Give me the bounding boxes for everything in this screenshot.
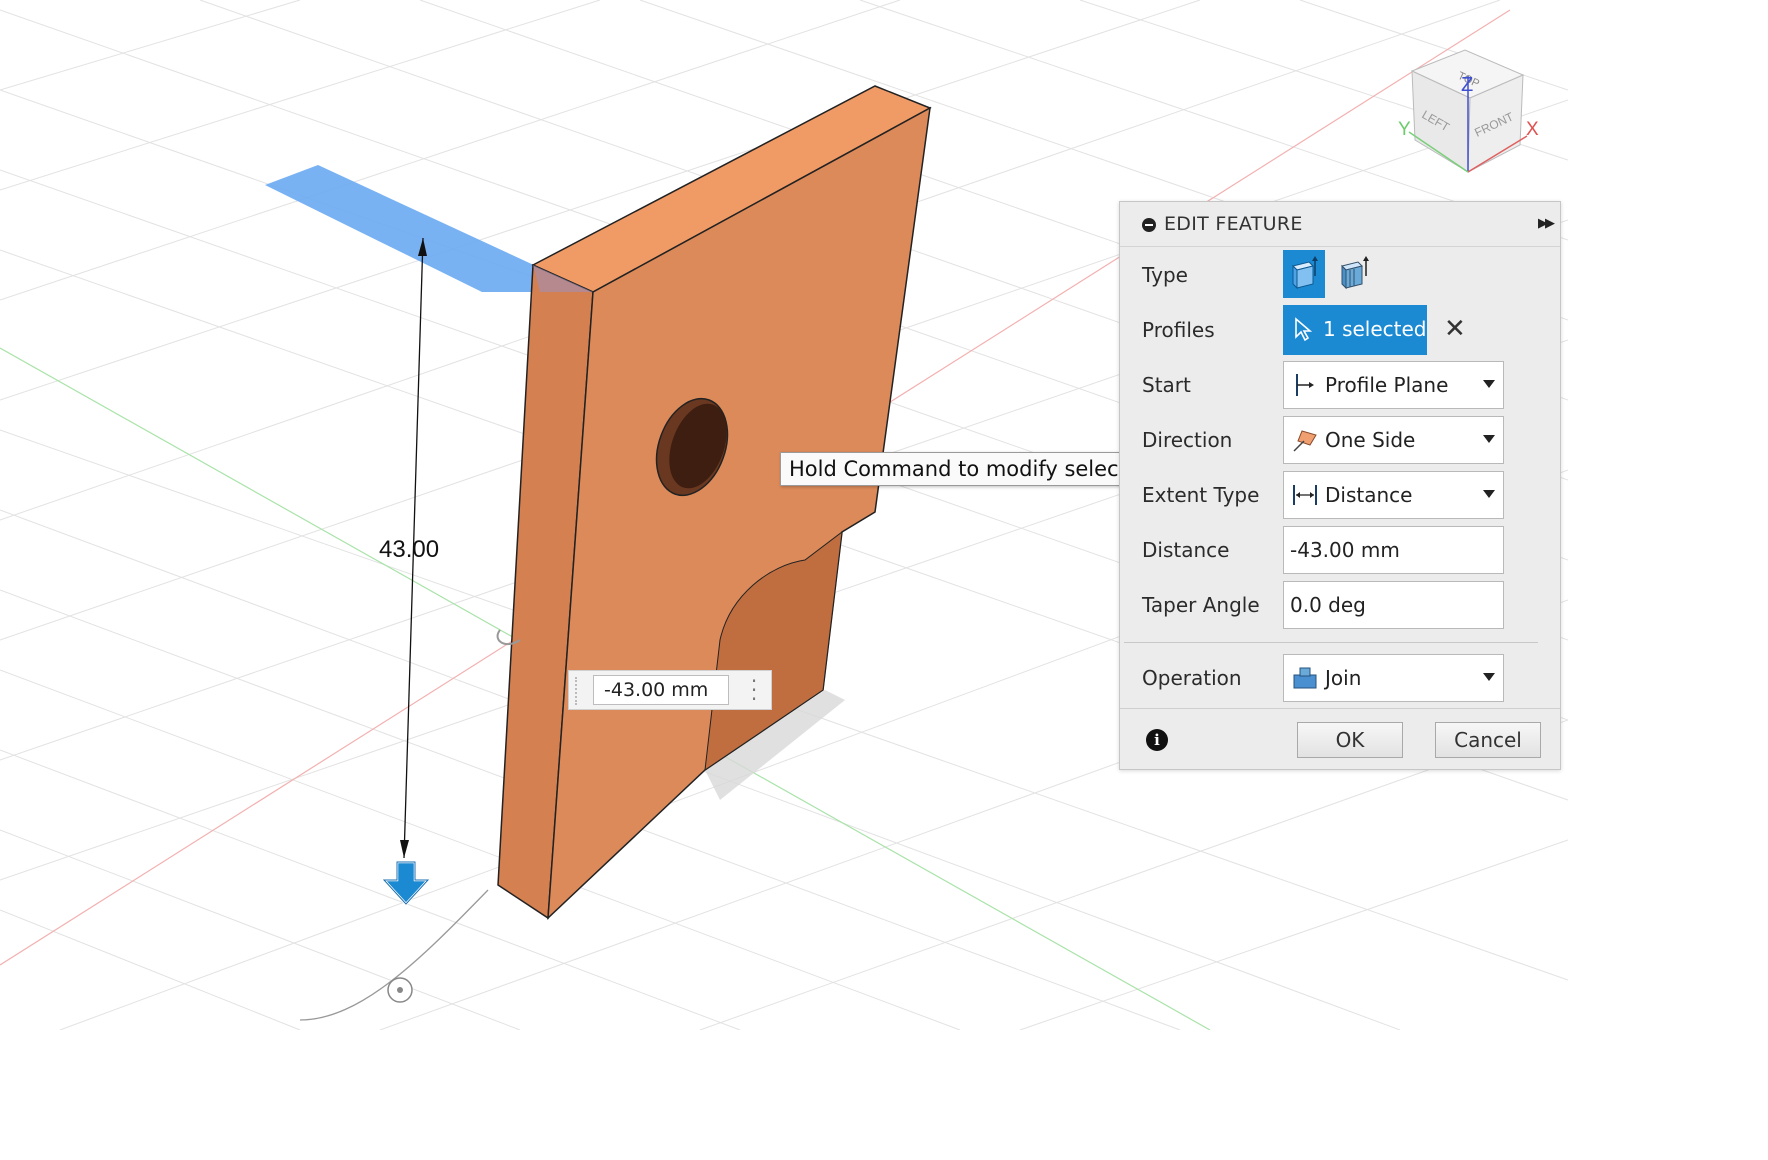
profiles-value: 1 selected [1323,317,1427,341]
info-icon[interactable]: i [1146,729,1168,751]
distance-icon [1293,485,1317,505]
type-solid-button[interactable] [1283,250,1325,298]
cursor-icon [1295,317,1313,342]
chevron-down-icon [1483,380,1495,388]
dimension-arrow-bottom [400,840,409,858]
more-options-icon[interactable]: · · · [749,671,759,709]
dimension-label: 43.00 [379,536,440,563]
chevron-down-icon [1483,490,1495,498]
selection-tooltip: Hold Command to modify selection [780,452,1168,486]
thin-extrude-icon [1341,256,1369,290]
direction-dropdown[interactable]: One Side [1283,416,1504,464]
dimension-input-box: -43.00 mm · · · [568,670,772,710]
type-label: Type [1142,263,1188,287]
grip-icon[interactable] [575,677,583,705]
footer-divider [1120,708,1560,709]
direction-label: Direction [1142,428,1233,452]
extent-type-dropdown[interactable]: Distance [1283,471,1504,519]
one-side-icon [1293,430,1317,452]
join-icon [1293,667,1317,689]
collapse-icon[interactable] [1142,218,1156,232]
dimension-input[interactable]: -43.00 mm [593,675,729,705]
start-value: Profile Plane [1325,373,1449,397]
expand-icon[interactable]: ▶▶ [1538,216,1555,231]
operation-label: Operation [1142,666,1242,690]
chevron-down-icon [1483,435,1495,443]
taper-angle-value: 0.0 deg [1290,593,1366,617]
profile-plane-icon [1296,374,1314,396]
solid-extrude-icon [1292,256,1318,290]
axis-z-label: Z [1461,74,1473,96]
operation-value: Join [1325,666,1362,690]
extent-type-value: Distance [1325,483,1413,507]
profiles-select-button[interactable]: 1 selected [1283,305,1427,355]
chevron-down-icon [1483,673,1495,681]
axis-x-label: X [1526,119,1539,140]
axis-y-label: Y [1398,119,1411,140]
profiles-label: Profiles [1142,318,1215,342]
distance-value: -43.00 mm [1290,538,1400,562]
distance-label: Distance [1142,538,1230,562]
start-label: Start [1142,373,1191,397]
clear-selection-icon[interactable]: ✕ [1444,314,1466,344]
divider [1124,642,1538,643]
taper-angle-label: Taper Angle [1142,593,1260,617]
direction-value: One Side [1325,428,1416,452]
cancel-button[interactable]: Cancel [1435,722,1541,758]
view-cube[interactable]: TOP LEFT FRONT Z X Y [1395,40,1545,180]
edit-feature-panel: EDIT FEATURE ▶▶ Type Profiles 1 selected [1119,201,1561,770]
rotate-handle-icon[interactable] [387,977,413,1003]
panel-title: EDIT FEATURE [1164,213,1303,235]
operation-dropdown[interactable]: Join [1283,654,1504,702]
extent-type-label: Extent Type [1142,483,1260,507]
taper-angle-input[interactable]: 0.0 deg [1283,581,1504,629]
ok-button[interactable]: OK [1297,722,1403,758]
panel-header: EDIT FEATURE ▶▶ [1120,202,1560,247]
start-dropdown[interactable]: Profile Plane [1283,361,1504,409]
distance-input[interactable]: -43.00 mm [1283,526,1504,574]
type-thin-button[interactable] [1332,250,1374,298]
